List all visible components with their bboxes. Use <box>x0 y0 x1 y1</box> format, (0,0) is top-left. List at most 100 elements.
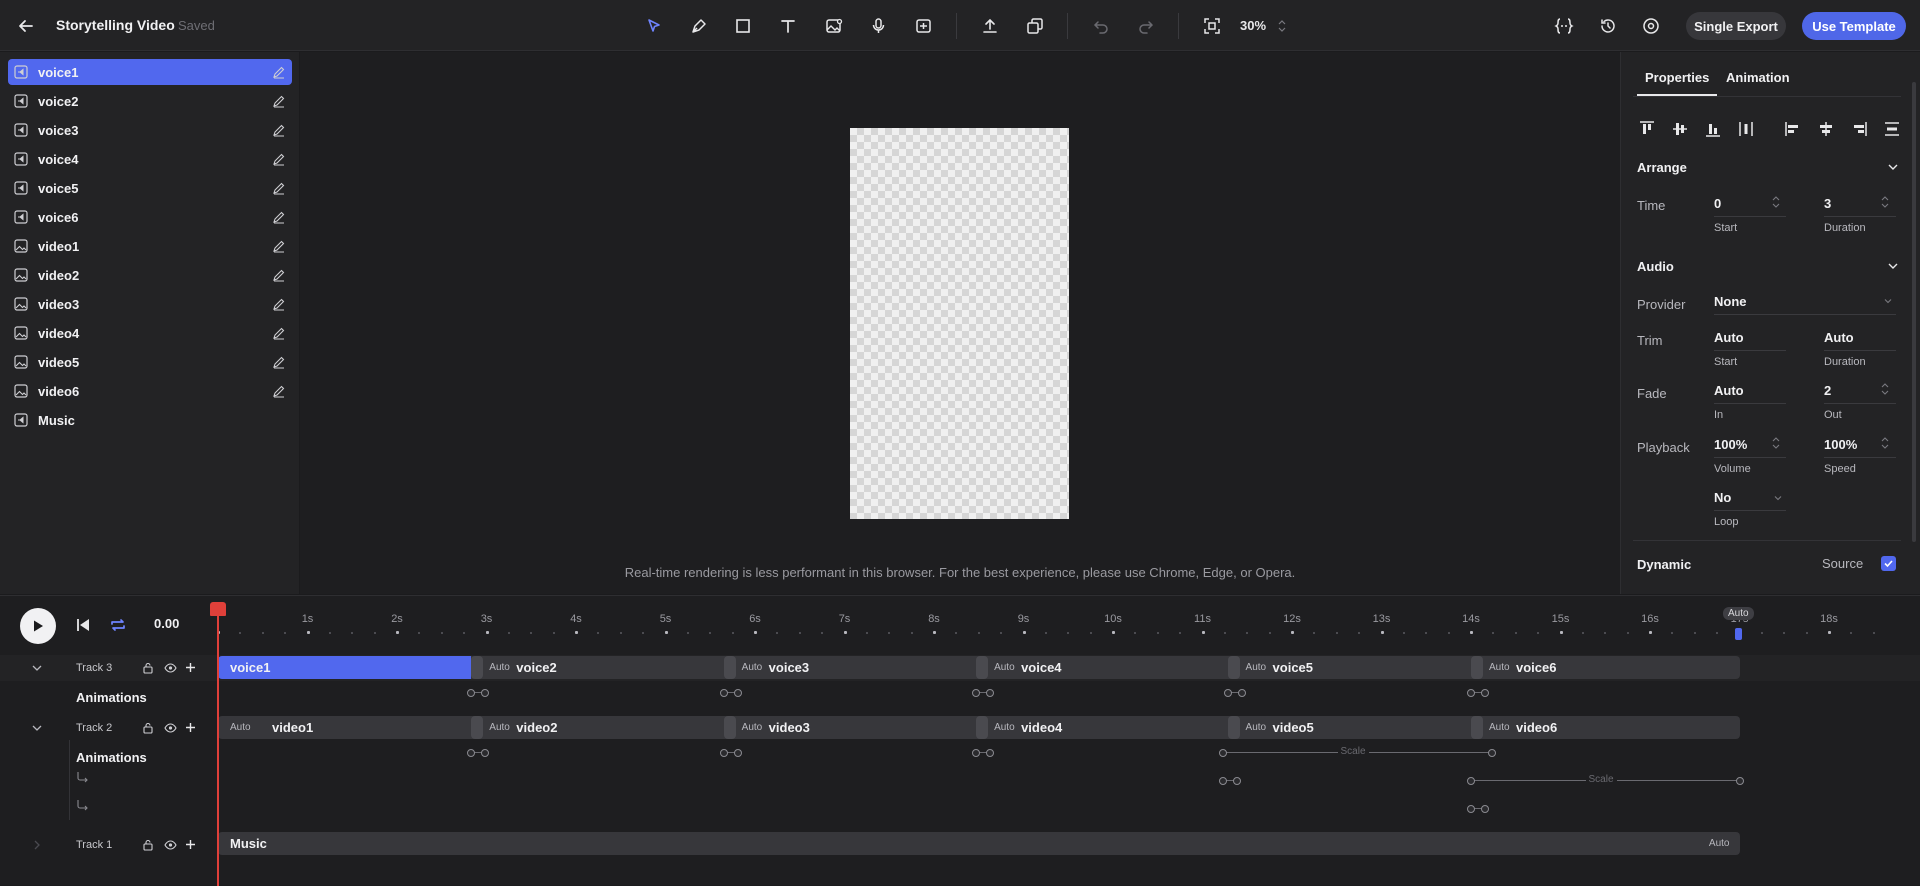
keyframe-dot[interactable] <box>1467 777 1475 785</box>
layer-item-video4[interactable]: video4 <box>8 320 292 346</box>
edit-pencil-icon[interactable] <box>272 123 286 137</box>
chevron-right-icon[interactable] <box>31 839 43 851</box>
clip-voice1[interactable]: voice1 <box>218 656 472 679</box>
clip-video3[interactable]: Auto video3 <box>723 716 977 739</box>
loop-select[interactable]: No <box>1714 490 1731 505</box>
lock-icon[interactable] <box>142 839 154 851</box>
audio-section-title[interactable]: Audio <box>1637 259 1674 274</box>
media-tool-icon[interactable] <box>912 14 936 38</box>
keyframe-dot[interactable] <box>972 689 980 697</box>
eye-icon[interactable] <box>164 662 177 674</box>
clip-trim-handle[interactable] <box>723 656 736 679</box>
voice-tool-icon[interactable] <box>867 14 891 38</box>
use-template-button[interactable]: Use Template <box>1802 12 1906 40</box>
layer-item-video2[interactable]: video2 <box>8 262 292 288</box>
stepper-icon[interactable] <box>1771 434 1781 452</box>
layer-item-video6[interactable]: video6 <box>8 378 292 404</box>
layer-item-voice3[interactable]: voice3 <box>8 117 292 143</box>
layer-item-video3[interactable]: video3 <box>8 291 292 317</box>
clip-trim-handle[interactable] <box>471 716 484 739</box>
layer-item-voice4[interactable]: voice4 <box>8 146 292 172</box>
tab-animation[interactable]: Animation <box>1726 70 1790 85</box>
artboard[interactable] <box>850 128 1069 519</box>
source-checkbox[interactable] <box>1881 556 1896 571</box>
playhead-line[interactable] <box>217 614 219 886</box>
back-arrow-icon[interactable] <box>14 14 38 38</box>
keyframe-dot[interactable] <box>481 689 489 697</box>
pen-tool-icon[interactable] <box>687 14 711 38</box>
trim-start-input[interactable]: Auto <box>1714 330 1744 345</box>
clip-voice3[interactable]: Auto voice3 <box>723 656 977 679</box>
keyframe-dot[interactable] <box>720 689 728 697</box>
distribute-vertical-icon[interactable] <box>1736 119 1756 139</box>
duration-input[interactable]: 3 <box>1824 196 1831 211</box>
edit-pencil-icon[interactable] <box>272 268 286 282</box>
text-tool-icon[interactable] <box>776 14 800 38</box>
lock-icon[interactable] <box>142 662 154 674</box>
canvas-area[interactable]: Real-time rendering is less performant i… <box>300 52 1620 594</box>
upload-icon[interactable] <box>978 14 1002 38</box>
keyframe-dot[interactable] <box>1481 689 1489 697</box>
zoom-stepper-icon[interactable] <box>1270 14 1294 38</box>
keyframe-dot[interactable] <box>467 689 475 697</box>
keyframe-dot[interactable] <box>1224 689 1232 697</box>
edit-pencil-icon[interactable] <box>272 152 286 166</box>
clip-trim-handle[interactable] <box>1227 656 1240 679</box>
stepper-icon[interactable] <box>1771 193 1781 211</box>
keyframe-dot[interactable] <box>1233 777 1241 785</box>
clip-video1[interactable]: Auto video1 <box>218 716 472 739</box>
clip-video2[interactable]: Auto video2 <box>471 716 724 739</box>
chevron-down-icon[interactable] <box>1887 161 1899 173</box>
keyframe-dot[interactable] <box>1481 805 1489 813</box>
redo-icon[interactable] <box>1134 14 1158 38</box>
clip-music[interactable]: Music Auto <box>218 832 1740 855</box>
chevron-down-icon[interactable] <box>1883 296 1893 306</box>
clip-trim-handle[interactable] <box>976 656 989 679</box>
zoom-level[interactable]: 30% <box>1240 18 1266 33</box>
edit-pencil-icon[interactable] <box>272 297 286 311</box>
lock-icon[interactable] <box>142 722 154 734</box>
chevron-down-icon[interactable] <box>1887 260 1899 272</box>
keyframe-dot[interactable] <box>1488 749 1496 757</box>
keyframe-dot[interactable] <box>1736 777 1744 785</box>
keyframe-dot[interactable] <box>1467 689 1475 697</box>
trim-duration-input[interactable]: Auto <box>1824 330 1854 345</box>
add-icon[interactable] <box>185 662 196 673</box>
chevron-down-icon[interactable] <box>31 662 43 674</box>
properties-scrollbar[interactable] <box>1912 82 1916 542</box>
start-time-input[interactable]: 0 <box>1714 196 1721 211</box>
align-left-icon[interactable] <box>1783 119 1803 139</box>
add-icon[interactable] <box>185 722 196 733</box>
edit-pencil-icon[interactable] <box>272 326 286 340</box>
align-center-icon[interactable] <box>1816 119 1836 139</box>
keyframe-dot[interactable] <box>1238 689 1246 697</box>
arrange-section-title[interactable]: Arrange <box>1637 160 1687 175</box>
keyframe-dot[interactable] <box>734 689 742 697</box>
edit-pencil-icon[interactable] <box>272 210 286 224</box>
volume-input[interactable]: 100% <box>1714 437 1747 452</box>
clip-trim-handle[interactable] <box>471 656 484 679</box>
clip-trim-handle[interactable] <box>1471 656 1483 679</box>
image-tool-icon[interactable] <box>822 14 846 38</box>
edit-pencil-icon[interactable] <box>272 239 286 253</box>
edit-pencil-icon[interactable] <box>272 355 286 369</box>
edit-pencil-icon[interactable] <box>272 65 286 79</box>
clip-trim-handle[interactable] <box>1471 716 1483 739</box>
keyframe-dot[interactable] <box>986 689 994 697</box>
keyframe-dot[interactable] <box>1219 777 1227 785</box>
stepper-icon[interactable] <box>1880 434 1890 452</box>
provider-select[interactable]: None <box>1714 294 1747 309</box>
eye-icon[interactable] <box>164 839 177 851</box>
keyframe-dot[interactable] <box>734 749 742 757</box>
clip-trim-handle[interactable] <box>723 716 736 739</box>
keyframe-dot[interactable] <box>481 749 489 757</box>
undo-icon[interactable] <box>1089 14 1113 38</box>
layer-item-video5[interactable]: video5 <box>8 349 292 375</box>
align-middle-icon[interactable] <box>1670 119 1690 139</box>
distribute-horizontal-icon[interactable] <box>1882 119 1902 139</box>
settings-icon[interactable] <box>1639 14 1663 38</box>
edit-pencil-icon[interactable] <box>272 181 286 195</box>
play-button[interactable] <box>20 608 56 644</box>
keyframe-dot[interactable] <box>972 749 980 757</box>
layer-item-voice6[interactable]: voice6 <box>8 204 292 230</box>
